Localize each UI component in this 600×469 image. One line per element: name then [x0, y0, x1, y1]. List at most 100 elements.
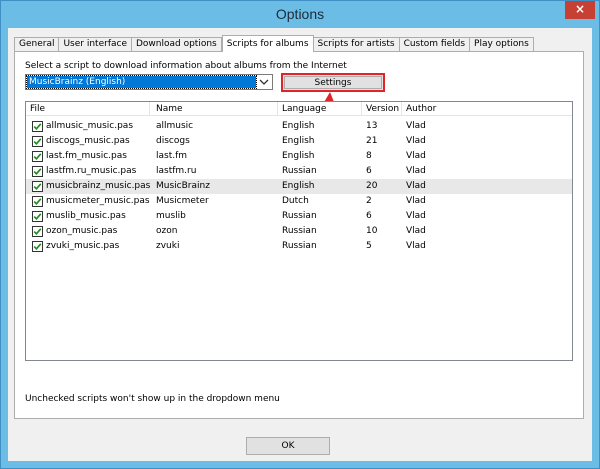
cell-name: muslib [156, 211, 186, 221]
options-window: Options × General User interface Download … [0, 0, 600, 469]
cell-version: 2 [366, 196, 372, 206]
checkmark-icon [33, 153, 42, 160]
cell-name: Musicmeter [156, 196, 209, 206]
script-select[interactable]: MusicBrainz (English) [25, 74, 273, 90]
cell-name: MusicBrainz [156, 181, 210, 191]
tab-strip: General User interface Download options Scr… [14, 35, 534, 52]
cell-version: 5 [366, 241, 372, 251]
cell-file: allmusic_music.pas [46, 121, 134, 131]
close-button[interactable]: × [565, 1, 595, 19]
tab-scripts-for-albums[interactable]: Scripts for albums [221, 35, 314, 52]
scripts-list[interactable]: File Name Language Version Author allmusic_m… [25, 101, 573, 361]
table-row[interactable]: musicbrainz_music.pas MusicBrainz English 2… [26, 179, 572, 194]
script-checkbox[interactable] [32, 241, 43, 252]
dialog-client-area: General User interface Download options Scr… [8, 28, 592, 461]
column-header-name[interactable]: Name [152, 102, 278, 116]
table-row[interactable]: musicmeter_music.pas Musicmeter Dutch 2 Vlad [26, 194, 572, 209]
cell-author: Vlad [406, 196, 426, 206]
script-checkbox[interactable] [32, 166, 43, 177]
cell-version: 20 [366, 181, 378, 191]
close-icon: × [574, 2, 586, 16]
cell-file: last.fm_music.pas [46, 151, 127, 161]
cell-file: lastfm.ru_music.pas [46, 166, 137, 176]
table-row[interactable]: ozon_music.pas ozon Russian 10 Vlad [26, 224, 572, 239]
cell-language: English [282, 121, 315, 131]
cell-author: Vlad [406, 136, 426, 146]
cell-file: discogs_music.pas [46, 136, 130, 146]
checkmark-icon [33, 228, 42, 235]
script-checkbox[interactable] [32, 151, 43, 162]
checkmark-icon [33, 213, 42, 220]
cell-name: ozon [156, 226, 178, 236]
script-checkbox[interactable] [32, 136, 43, 147]
cell-language: Russian [282, 226, 317, 236]
cell-language: Dutch [282, 196, 309, 206]
script-checkbox[interactable] [32, 211, 43, 222]
table-row[interactable]: lastfm.ru_music.pas lastfm.ru Russian 6 Vlad [26, 164, 572, 179]
cell-name: allmusic [156, 121, 194, 131]
table-row[interactable]: zvuki_music.pas zvuki Russian 5 Vlad [26, 239, 572, 254]
checkmark-icon [33, 138, 42, 145]
cell-language: English [282, 136, 315, 146]
checkmark-icon [33, 123, 42, 130]
cell-name: zvuki [156, 241, 180, 251]
cell-version: 10 [366, 226, 378, 236]
cell-author: Vlad [406, 226, 426, 236]
cell-file: muslib_music.pas [46, 211, 126, 221]
cell-author: Vlad [406, 151, 426, 161]
column-header-language[interactable]: Language [278, 102, 362, 116]
cell-name: last.fm [156, 151, 188, 161]
cell-version: 6 [366, 211, 372, 221]
tab-scripts-for-artists[interactable]: Scripts for artists [313, 37, 400, 52]
cell-language: Russian [282, 166, 317, 176]
title-bar[interactable]: Options × [1, 1, 599, 28]
cell-language: English [282, 151, 315, 161]
table-row[interactable]: discogs_music.pas discogs English 21 Vlad [26, 134, 572, 149]
cell-author: Vlad [406, 241, 426, 251]
script-checkbox[interactable] [32, 226, 43, 237]
script-checkbox[interactable] [32, 196, 43, 207]
table-row[interactable]: muslib_music.pas muslib Russian 6 Vlad [26, 209, 572, 224]
list-header: File Name Language Version Author [26, 102, 572, 116]
cell-author: Vlad [406, 181, 426, 191]
cell-name: discogs [156, 136, 190, 146]
cell-file: zvuki_music.pas [46, 241, 120, 251]
selected-script: MusicBrainz (English) [26, 75, 257, 89]
cell-author: Vlad [406, 121, 426, 131]
cell-version: 8 [366, 151, 372, 161]
cell-version: 21 [366, 136, 378, 146]
column-header-file[interactable]: File [26, 102, 150, 116]
cell-language: Russian [282, 211, 317, 221]
tab-panel-scripts-for-albums: Select a script to download information … [14, 51, 584, 419]
table-row[interactable]: allmusic_music.pas allmusic English 13 Vlad [26, 119, 572, 134]
script-checkbox[interactable] [32, 181, 43, 192]
cell-language: Russian [282, 241, 317, 251]
footnote-text: Unchecked scripts won't show up in the d… [25, 394, 280, 404]
checkmark-icon [33, 243, 42, 250]
script-checkbox[interactable] [32, 121, 43, 132]
cell-version: 6 [366, 166, 372, 176]
cell-file: musicbrainz_music.pas [46, 181, 151, 191]
table-row[interactable]: last.fm_music.pas last.fm English 8 Vlad [26, 149, 572, 164]
cell-version: 13 [366, 121, 378, 131]
cell-author: Vlad [406, 211, 426, 221]
settings-button-label: Settings [284, 76, 382, 89]
chevron-down-icon[interactable] [258, 76, 270, 88]
instruction-text: Select a script to download information … [25, 61, 347, 71]
cell-file: musicmeter_music.pas [46, 196, 150, 206]
checkmark-icon [33, 198, 42, 205]
tab-custom-fields[interactable]: Custom fields [399, 37, 471, 52]
window-title: Options [275, 6, 325, 22]
cell-file: ozon_music.pas [46, 226, 118, 236]
cell-language: English [282, 181, 315, 191]
checkmark-icon [33, 168, 42, 175]
cell-author: Vlad [406, 166, 426, 176]
tab-general[interactable]: General [14, 37, 60, 52]
checkmark-icon [33, 183, 42, 190]
ok-button[interactable]: OK [246, 437, 330, 455]
tab-download-options[interactable]: Download options [131, 37, 222, 52]
tab-user-interface[interactable]: User interface [59, 37, 132, 52]
tab-play-options[interactable]: Play options [470, 37, 534, 52]
column-header-author[interactable]: Author [402, 102, 462, 116]
column-header-version[interactable]: Version [362, 102, 402, 116]
